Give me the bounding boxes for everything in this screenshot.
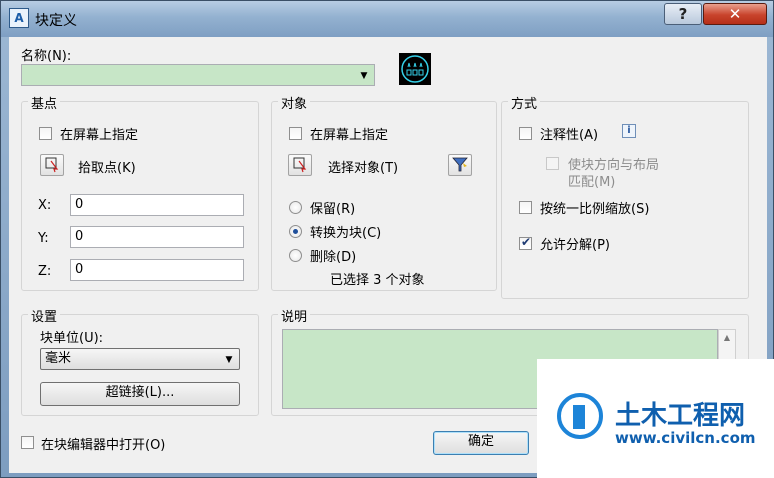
select-objects-label: 选择对象(T): [328, 161, 399, 176]
basepoint-title: 基点: [28, 93, 61, 112]
block-preview-thumbnail: [399, 53, 431, 85]
open-in-editor-label: 在块编辑器中打开(O): [41, 438, 166, 453]
description-title: 说明: [278, 306, 311, 325]
objects-title: 对象: [278, 93, 311, 112]
pick-point-button[interactable]: [40, 154, 64, 176]
hyperlink-button[interactable]: 超链接(L)...: [40, 382, 240, 406]
ok-button[interactable]: 确定: [433, 431, 529, 455]
name-label: 名称(N):: [21, 49, 72, 64]
info-icon[interactable]: i: [622, 124, 636, 138]
settings-title: 设置: [28, 306, 61, 325]
objects-group: 对象 在屏幕上指定 选择对象(T) 保留(R) 转换为块(C) 删除(D) 已选…: [271, 93, 497, 291]
delete-radio[interactable]: [289, 249, 302, 262]
block-unit-value: 毫米: [45, 351, 72, 366]
open-in-editor-checkbox[interactable]: [21, 436, 34, 449]
selected-count-status: 已选择 3 个对象: [330, 273, 425, 288]
close-button[interactable]: ✕: [703, 3, 767, 25]
y-label: Y:: [38, 231, 49, 246]
allow-exploding-checkbox[interactable]: [519, 235, 532, 250]
scroll-up-icon[interactable]: ▲: [719, 330, 735, 346]
objects-specify-label: 在屏幕上指定: [310, 128, 389, 143]
retain-label: 保留(R): [310, 202, 356, 217]
convert-to-block-radio[interactable]: [289, 225, 302, 238]
retain-radio[interactable]: [289, 201, 302, 214]
basepoint-specify-label: 在屏幕上指定: [60, 128, 139, 143]
z-label: Z:: [38, 264, 52, 279]
select-objects-button[interactable]: [288, 154, 312, 176]
watermark-site-name: 土木工程网: [615, 401, 746, 431]
watermark-overlay: 土木工程网 www.civilcn.com: [537, 359, 774, 478]
help-button[interactable]: ?: [664, 3, 702, 25]
settings-group: 设置 块单位(U): 毫米 ▼ 超链接(L)...: [21, 306, 259, 416]
basepoint-group: 基点 在屏幕上指定 拾取点(K) X: 0 Y: 0 Z: 0: [21, 93, 259, 291]
z-input[interactable]: 0: [70, 259, 244, 281]
block-unit-label: 块单位(U):: [40, 331, 104, 346]
convert-to-block-label: 转换为块(C): [310, 226, 382, 241]
window-title: 块定义: [35, 13, 77, 29]
chevron-down-icon[interactable]: ▼: [357, 70, 371, 82]
pick-point-icon: [45, 157, 59, 173]
chevron-down-icon[interactable]: ▼: [222, 354, 236, 366]
x-input[interactable]: 0: [70, 194, 244, 216]
scale-uniformly-label: 按统一比例缩放(S): [540, 202, 650, 217]
x-label: X:: [38, 198, 52, 213]
block-unit-select[interactable]: 毫米 ▼: [40, 348, 240, 370]
basepoint-specify-checkbox[interactable]: [39, 127, 52, 140]
y-input[interactable]: 0: [70, 226, 244, 248]
name-combobox[interactable]: ▼: [21, 64, 375, 86]
watermark-url: www.civilcn.com: [615, 429, 756, 447]
autocad-app-icon: A: [9, 8, 29, 28]
quick-select-button[interactable]: [448, 154, 472, 176]
match-orientation-label-line2: 匹配(M): [568, 175, 616, 190]
behavior-title: 方式: [508, 93, 541, 112]
behavior-group: 方式 注释性(A) i 使块方向与布局 匹配(M) 按统一比例缩放(S) 允许分…: [501, 93, 749, 299]
pick-point-label: 拾取点(K): [78, 161, 136, 176]
match-orientation-checkbox[interactable]: [546, 157, 559, 170]
annotative-label: 注释性(A): [540, 128, 599, 143]
title-bar[interactable]: A 块定义 ? ✕: [1, 1, 773, 37]
select-objects-icon: [293, 157, 307, 173]
block-definition-window: A 块定义 ? ✕ 名称(N): ▼ 基点 在屏幕上指定 拾取点(K) X: 0…: [0, 0, 774, 478]
delete-label: 删除(D): [310, 250, 357, 265]
annotative-checkbox[interactable]: [519, 127, 532, 140]
civilcn-logo-icon: [557, 393, 603, 439]
block-preview-icon: [401, 55, 429, 83]
quick-select-filter-icon: [452, 157, 468, 172]
objects-specify-checkbox[interactable]: [289, 127, 302, 140]
allow-exploding-label: 允许分解(P): [540, 238, 610, 253]
scale-uniformly-checkbox[interactable]: [519, 201, 532, 214]
